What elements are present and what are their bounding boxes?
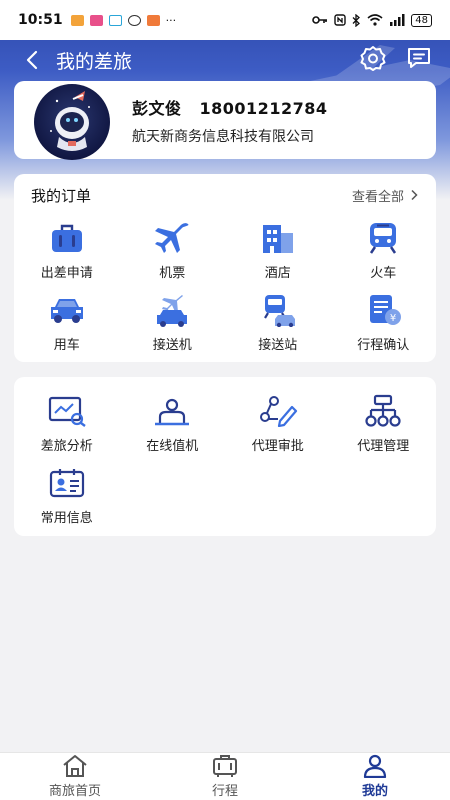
tools-card: 差旅分析 在线值机 代理审批 代理管理 常用信息: [14, 377, 436, 536]
notification-icons: ···: [70, 13, 177, 27]
tool-item-proxy-management[interactable]: 代理管理: [331, 391, 437, 463]
nav-bar: 我的差旅: [0, 40, 450, 80]
order-label-hotel: 酒店: [264, 266, 291, 281]
order-item-car[interactable]: 用车: [14, 288, 120, 360]
tab-label-home: 商旅首页: [48, 784, 101, 799]
status-time: 10:51: [18, 12, 63, 28]
notification-mail-icon: [146, 14, 160, 26]
tab-trips[interactable]: 行程: [150, 753, 300, 800]
order-item-airport-transfer[interactable]: 接送机: [120, 288, 226, 360]
order-label-airport-transfer: 接送机: [152, 338, 192, 353]
wifi-icon: [367, 14, 383, 26]
tab-label-trips: 行程: [211, 784, 238, 799]
hotel-icon: [258, 220, 298, 256]
orders-title: 我的订单: [31, 186, 92, 205]
orders-card: 我的订单 查看全部 出差申请 机票 酒店 火车 用车 接送机 接送站 ¥ 行程确…: [14, 174, 436, 362]
settings-button[interactable]: [360, 45, 386, 75]
view-all-link[interactable]: 查看全部: [352, 186, 418, 205]
order-label-station-transfer: 接送站: [258, 338, 298, 353]
profile-card[interactable]: 彭文俊 18001212784 航天新商务信息科技有限公司: [14, 81, 436, 160]
order-item-train[interactable]: 火车: [331, 216, 437, 288]
order-item-trip-request[interactable]: 出差申请: [14, 216, 120, 288]
message-icon: [408, 48, 430, 68]
order-label-itinerary-confirm: 行程确认: [357, 338, 410, 353]
order-item-itinerary-confirm[interactable]: ¥ 行程确认: [331, 288, 437, 360]
status-bar: 10:51 ··· 48: [0, 0, 450, 40]
car-icon: [47, 292, 87, 328]
astronaut-icon: [50, 91, 90, 151]
bottom-tab-bar: 商旅首页 行程 我的: [0, 752, 450, 800]
itinerary-confirm-icon: ¥: [363, 292, 403, 328]
airport-transfer-icon: [152, 292, 192, 328]
user-phone: 18001212784: [199, 98, 328, 118]
user-icon: [363, 754, 387, 778]
tool-label-proxy-management: 代理管理: [357, 439, 410, 454]
notification-eye-icon: [127, 14, 141, 26]
order-item-station-transfer[interactable]: 接送站: [225, 288, 331, 360]
tool-label-proxy-approval: 代理审批: [251, 439, 304, 454]
analytics-icon: [47, 393, 87, 429]
tool-item-proxy-approval[interactable]: 代理审批: [225, 391, 331, 463]
key-icon: [312, 16, 328, 24]
train-icon: [363, 220, 403, 256]
order-label-car: 用车: [53, 338, 80, 353]
signal-icon: [390, 14, 405, 26]
checkin-icon: [152, 393, 192, 429]
tool-label-common-info: 常用信息: [40, 511, 93, 526]
notification-app-icon: [70, 14, 84, 26]
home-icon: [63, 755, 87, 777]
proxy-management-icon: [363, 393, 403, 429]
battery-level: 48: [411, 13, 432, 27]
airplane-icon: [152, 220, 192, 256]
gear-icon: [360, 46, 386, 71]
chevron-right-icon: [411, 189, 418, 201]
notification-video-icon: [89, 14, 103, 26]
tool-label-online-checkin: 在线值机: [146, 439, 199, 454]
notification-s-icon: [108, 14, 122, 26]
tab-home[interactable]: 商旅首页: [0, 753, 150, 800]
bluetooth-icon: [352, 13, 361, 27]
order-label-flight: 机票: [159, 266, 186, 281]
suitcase-icon: [47, 220, 87, 256]
proxy-approval-icon: [258, 393, 298, 429]
nfc-icon: [334, 14, 346, 26]
system-icons: 48: [312, 13, 432, 27]
order-item-flight[interactable]: 机票: [120, 216, 226, 288]
avatar[interactable]: [34, 84, 110, 160]
back-button[interactable]: [10, 40, 54, 80]
order-label-trip-request: 出差申请: [40, 266, 93, 281]
order-item-hotel[interactable]: 酒店: [225, 216, 331, 288]
order-label-train: 火车: [370, 266, 397, 281]
tab-label-mine: 我的: [361, 784, 388, 799]
station-transfer-icon: [258, 292, 298, 328]
tool-item-common-info[interactable]: 常用信息: [14, 463, 120, 535]
notification-more-icon: ···: [165, 13, 177, 27]
message-button[interactable]: [406, 46, 432, 74]
trip-icon: [213, 755, 237, 777]
tool-label-travel-analysis: 差旅分析: [40, 439, 93, 454]
user-company: 航天新商务信息科技有限公司: [132, 128, 314, 145]
svg-text:¥: ¥: [390, 313, 396, 324]
chevron-left-icon: [26, 50, 38, 70]
user-name: 彭文俊: [132, 98, 182, 118]
contact-card-icon: [47, 465, 87, 501]
tab-mine[interactable]: 我的: [300, 753, 450, 800]
view-all-label: 查看全部: [351, 189, 404, 205]
page-title: 我的差旅: [56, 50, 133, 73]
tool-item-travel-analysis[interactable]: 差旅分析: [14, 391, 120, 463]
tool-item-online-checkin[interactable]: 在线值机: [120, 391, 226, 463]
